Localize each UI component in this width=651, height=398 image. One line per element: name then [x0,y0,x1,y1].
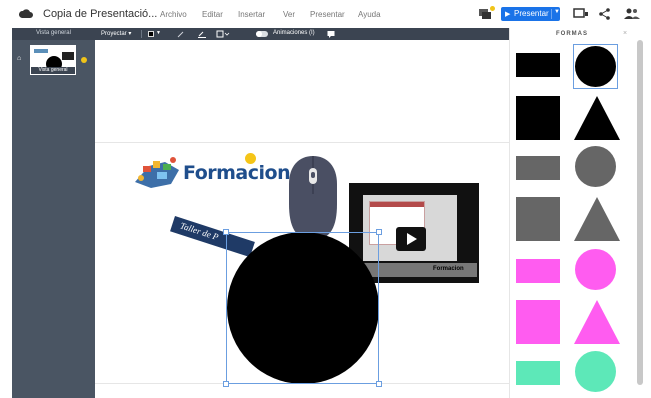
chevron-down-icon[interactable]: ▼ [156,30,161,36]
resize-handle-bottom-left[interactable] [223,381,229,387]
selection-box[interactable] [223,229,382,387]
play-icon [407,233,417,245]
chevron-down-icon[interactable]: ▼ [554,9,560,15]
toggle-knob [256,31,262,37]
shapes-panel-title: FORMAS [556,31,588,37]
proyectar-dropdown[interactable]: Proyectar ▾ [101,30,131,37]
slide-thumbnail[interactable]: Vista general [30,45,76,75]
sidebar-header: Vista general [12,28,95,40]
cloud-icon[interactable] [19,9,33,19]
notification-dot [490,6,495,11]
laptop-caption: Formacion [433,266,464,272]
panel-scrollbar-thumb[interactable] [637,40,643,385]
home-icon[interactable]: ⌂ [17,55,21,62]
shape-triangle-magenta[interactable] [574,300,620,344]
stroke-width-icon[interactable] [198,30,206,38]
users-icon[interactable] [624,8,640,20]
border-style-icon[interactable] [216,30,230,38]
menu-editar[interactable]: Editar [202,10,223,19]
shape-rectangle-gray[interactable] [516,156,560,180]
menu-insertar[interactable]: Insertar [238,10,265,19]
shape-rectangle-mint[interactable] [516,361,560,385]
slides-sidebar: Vista general ⌂ Vista general [12,28,95,398]
present-button-label: Presentar [514,9,549,18]
shape-circle-gray[interactable] [575,146,616,187]
overview-label[interactable]: Vista general [12,30,95,36]
logo-illustration[interactable] [131,152,185,190]
formacion-logo-text[interactable]: Formacion [183,162,291,184]
computer-mouse-image[interactable] [285,154,341,242]
top-bar: Copia de Presentació... Archivo Editar I… [0,0,651,28]
pen-icon[interactable] [177,30,185,38]
logo-sun-icon [245,153,256,164]
present-button[interactable]: ▶ Presentar ▼ [501,7,560,21]
menu-ayuda[interactable]: Ayuda [358,10,381,19]
thumbnail-screen [62,52,74,60]
editing-toolbar: Proyectar ▾ ▼ Animaciones (I) [95,28,509,40]
shape-circle-black[interactable] [575,46,616,87]
toolbar-divider [141,30,142,38]
menu-archivo[interactable]: Archivo [160,10,187,19]
resize-handle-bottom-right[interactable] [376,381,382,387]
thumbnail-logo [34,49,48,53]
slide-canvas[interactable]: Formacion Formacion Taller de P [95,40,509,398]
shape-square-gray[interactable] [516,197,560,241]
present-button-divider [551,9,552,19]
shape-rectangle-black[interactable] [516,53,560,77]
shape-square-black[interactable] [516,96,560,140]
shape-square-magenta[interactable] [516,300,560,344]
fill-color-swatch[interactable] [148,31,154,37]
app-window: Copia de Presentació... Archivo Editar I… [0,0,651,398]
shape-triangle-gray[interactable] [574,197,620,241]
shape-rectangle-magenta[interactable] [516,259,560,283]
chat-icon[interactable] [327,30,335,38]
slide-top-edge [95,142,509,143]
play-icon: ▶ [505,11,511,18]
laptop-document-header [370,202,424,207]
shape-triangle-black[interactable] [574,96,620,140]
menu-presentar[interactable]: Presentar [310,10,345,19]
screen-share-icon[interactable] [573,8,589,20]
share-icon[interactable] [599,8,610,20]
shape-circle-mint[interactable] [575,351,616,392]
animations-toggle[interactable] [256,31,268,37]
close-icon[interactable]: × [623,30,627,37]
video-play-button[interactable] [396,227,426,251]
resize-handle-top-left[interactable] [223,229,229,235]
shape-circle-magenta[interactable] [575,249,616,290]
thumbnail-status-dot [81,57,87,63]
menu-ver[interactable]: Ver [283,10,295,19]
thumbnail-caption: Vista general [31,67,75,74]
document-title[interactable]: Copia de Presentació... [43,8,157,20]
shapes-panel: FORMAS × [509,28,633,398]
animations-label: Animaciones (I) [273,30,315,36]
workshop-tag-text: Taller de P [178,220,220,243]
resize-handle-top-right[interactable] [376,229,382,235]
